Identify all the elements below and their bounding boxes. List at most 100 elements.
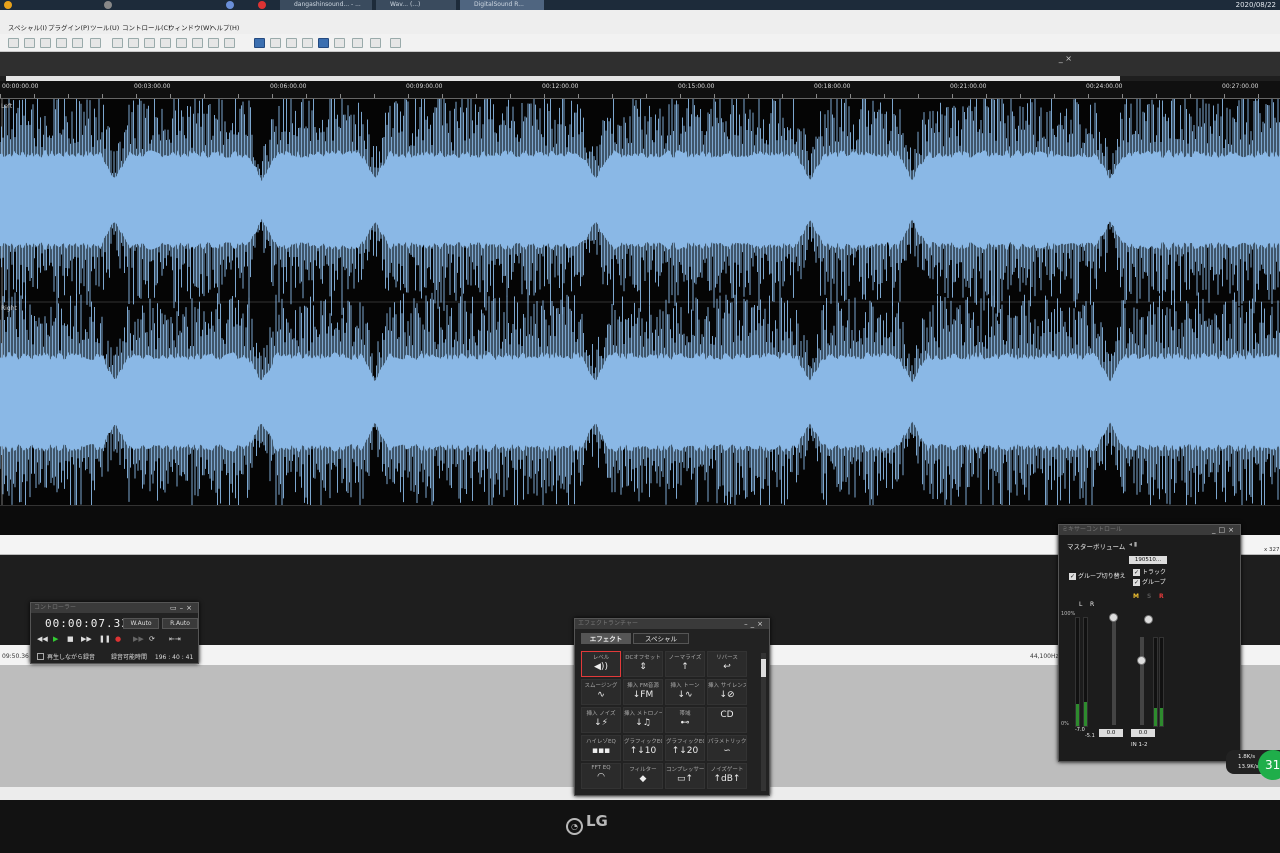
track-checkbox[interactable]: ✓ トラック xyxy=(1133,567,1166,576)
effect-item[interactable]: グラフィックEQ 20バンド↑↓20 xyxy=(665,735,705,761)
panel-controls[interactable]: –_× xyxy=(744,619,766,629)
toolbar-button[interactable] xyxy=(24,38,35,48)
panel-controls[interactable]: _□× xyxy=(1212,525,1237,535)
tab-special[interactable]: スペシャル xyxy=(633,633,689,644)
effect-item[interactable]: パラメトリックEQ∽ xyxy=(707,735,747,761)
app-icon[interactable] xyxy=(226,1,234,9)
effect-launcher-titlebar[interactable]: エフェクトランチャー –_× xyxy=(575,619,769,629)
r-auto-button[interactable]: R.Auto xyxy=(162,618,198,629)
waveform-left-channel[interactable] xyxy=(0,99,1280,317)
w-auto-button[interactable]: W.Auto xyxy=(123,618,159,629)
toolbar-button[interactable] xyxy=(370,38,381,48)
percent-icon[interactable] xyxy=(208,38,219,48)
app-icon[interactable] xyxy=(4,1,12,9)
waveform[interactable] xyxy=(0,99,1280,505)
taskbar-item[interactable]: Wav... (...) xyxy=(376,0,456,10)
play-icon[interactable]: ▶ xyxy=(53,635,58,643)
effect-item[interactable]: リバース ↩ xyxy=(707,651,747,677)
toolbar-button[interactable] xyxy=(8,38,19,48)
track-fader-knob[interactable] xyxy=(1137,656,1146,665)
menu-plugin[interactable]: プラグイン(P) xyxy=(48,22,90,32)
zoom-out-icon[interactable] xyxy=(144,38,155,48)
skip-icon[interactable]: ▶▶ xyxy=(133,635,144,643)
track-volume-value[interactable]: 0.0 xyxy=(1131,729,1155,737)
group-toggle[interactable]: ✓ グループ切り替え xyxy=(1069,571,1126,580)
view-mode-button[interactable] xyxy=(286,38,297,48)
mute-button[interactable]: M xyxy=(1133,593,1139,600)
toolbar-button[interactable] xyxy=(40,38,51,48)
record-arm-button[interactable]: R xyxy=(1159,593,1164,600)
panel-controls[interactable]: ▭–× xyxy=(170,603,195,613)
pause-icon[interactable]: ❚❚ xyxy=(99,635,111,643)
effect-item[interactable]: FFT EQ ◠ xyxy=(581,763,621,789)
master-volume-dropdown-arrow[interactable]: ◂ ▮ xyxy=(1129,541,1137,548)
effect-item[interactable]: ハイレゾEQ ▪▪▪ xyxy=(581,735,621,761)
rewind-icon[interactable]: ◀◀ xyxy=(37,635,48,643)
toolbar-button[interactable] xyxy=(192,38,203,48)
effect-item[interactable]: 挿入 FM音源 ↓FM xyxy=(623,679,663,705)
record-while-play-checkbox[interactable] xyxy=(37,653,44,660)
menu-control[interactable]: コントロール(C) xyxy=(122,22,171,32)
effect-item[interactable]: グラフィックEQ 10バンド↑↓10 xyxy=(623,735,663,761)
effect-item[interactable]: レベル ◀)) xyxy=(581,651,621,677)
io-selector[interactable]: IN 1-2 xyxy=(1131,742,1147,748)
scroll-thumb[interactable] xyxy=(761,659,766,677)
menu-tool[interactable]: ツール(U) xyxy=(90,22,119,32)
menu-special[interactable]: スペシャル(I) xyxy=(8,22,47,32)
record-icon[interactable]: ● xyxy=(115,635,121,643)
controller-titlebar[interactable]: コントローラー ▭–× xyxy=(31,603,198,613)
fast-forward-icon[interactable]: ▶▶ xyxy=(81,635,92,643)
view-mode-button[interactable] xyxy=(254,38,265,48)
toolbar-button[interactable] xyxy=(352,38,363,48)
effect-item[interactable]: DCオフセット ⇕ xyxy=(623,651,663,677)
effect-item[interactable]: 帯域 ⊷ xyxy=(665,707,705,733)
toolbar-button[interactable] xyxy=(90,38,101,48)
toolbar-button[interactable] xyxy=(56,38,67,48)
pan-knob[interactable] xyxy=(1144,615,1153,624)
effect-item[interactable]: 挿入 メトロノーム↓♫ xyxy=(623,707,663,733)
app-icon[interactable] xyxy=(258,1,266,9)
window-controls[interactable]: _ × xyxy=(1059,54,1072,63)
toolbar-button[interactable] xyxy=(112,38,123,48)
waveform-right-channel[interactable] xyxy=(0,292,1280,506)
toolbar-button[interactable] xyxy=(390,38,401,48)
marker-icon[interactable]: ⇤⇥ xyxy=(169,635,181,643)
mixer-titlebar[interactable]: ミキサーコントロール _□× xyxy=(1059,525,1240,535)
tab-effect[interactable]: エフェクト xyxy=(581,633,631,644)
view-mode-button[interactable] xyxy=(318,38,329,48)
stop-icon[interactable]: ■ xyxy=(67,635,74,643)
track-name-field[interactable]: 190510... xyxy=(1129,556,1167,564)
master-volume-value[interactable]: 0.0 xyxy=(1099,729,1123,737)
effect-item[interactable]: 挿入 トーン ↓∿ xyxy=(665,679,705,705)
waveform-view[interactable]: Left Right xyxy=(0,99,1280,505)
taskbar-item[interactable]: DigitalSound R... xyxy=(460,0,544,10)
solo-button[interactable]: S xyxy=(1147,593,1151,600)
effect-item[interactable]: CD xyxy=(707,707,747,733)
taskbar-item[interactable]: dangashinsound... - ... xyxy=(280,0,372,10)
effect-item[interactable]: ノイズゲート ↑dB↑ xyxy=(707,763,747,789)
time-ruler[interactable]: 00:00:00.00 00:03:00.00 00:06:00.00 00:0… xyxy=(0,81,1280,99)
master-fader[interactable] xyxy=(1112,617,1116,725)
effect-item[interactable]: スムージング ∿ xyxy=(581,679,621,705)
track-fader[interactable] xyxy=(1140,637,1144,725)
toolbar-button[interactable] xyxy=(334,38,345,48)
group-checkbox[interactable]: ✓ グループ xyxy=(1133,577,1166,586)
effect-item[interactable]: 挿入 ノイズ ↓⚡ xyxy=(581,707,621,733)
effect-item[interactable]: 挿入 サイレンス ↓⊘ xyxy=(707,679,747,705)
menu-window[interactable]: ウィンドウ(W) xyxy=(168,22,212,32)
view-mode-button[interactable] xyxy=(302,38,313,48)
effect-item[interactable]: フィルター ◆ xyxy=(623,763,663,789)
master-fader-knob[interactable] xyxy=(1109,613,1118,622)
toolbar-button[interactable] xyxy=(72,38,83,48)
menu-help[interactable]: ヘルプ(H) xyxy=(210,22,239,32)
view-mode-button[interactable] xyxy=(270,38,281,48)
zoom-fit-icon[interactable] xyxy=(160,38,171,48)
effect-item[interactable]: コンプレッサー ▭↑ xyxy=(665,763,705,789)
zoom-in-icon[interactable] xyxy=(128,38,139,48)
effect-item[interactable]: ノーマライズ ↑ xyxy=(665,651,705,677)
app-icon[interactable] xyxy=(104,1,112,9)
loop-icon[interactable]: ⟳ xyxy=(149,635,155,643)
effect-scrollbar[interactable] xyxy=(761,653,766,791)
zoom-select-icon[interactable] xyxy=(176,38,187,48)
toolbar-button[interactable] xyxy=(224,38,235,48)
